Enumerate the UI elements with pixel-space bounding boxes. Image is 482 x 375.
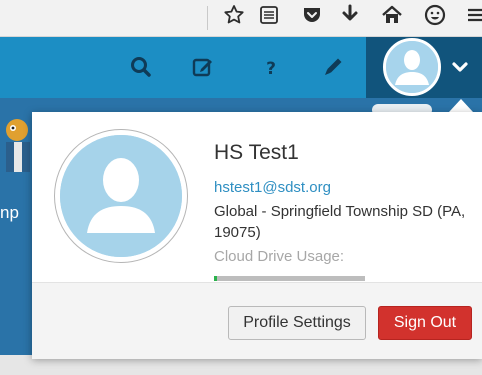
compose-icon[interactable]: [190, 54, 216, 80]
reader-list-icon[interactable]: [257, 3, 281, 27]
cloud-drive-usage-bar: [214, 276, 365, 281]
pencil-icon[interactable]: [320, 54, 346, 80]
svg-text:?: ?: [266, 59, 276, 79]
profile-avatar: [54, 129, 188, 263]
home-icon[interactable]: [380, 3, 404, 27]
user-silhouette-icon: [386, 41, 438, 93]
toolbar-separator: [207, 6, 208, 30]
search-icon[interactable]: [128, 54, 154, 80]
header-avatar[interactable]: [383, 38, 441, 96]
popup-footer: Profile Settings Sign Out: [32, 282, 482, 359]
menu-icon[interactable]: [464, 3, 482, 27]
sign-out-button[interactable]: Sign Out: [378, 306, 472, 340]
user-name: HS Test1: [214, 141, 299, 164]
profile-settings-button[interactable]: Profile Settings: [228, 306, 366, 340]
user-email-link[interactable]: hstest1@sdst.org: [214, 179, 331, 196]
profile-avatar-image: [60, 135, 182, 257]
cartoon-character-icon: [6, 119, 30, 172]
user-silhouette-icon: [60, 135, 182, 257]
smiley-icon[interactable]: [423, 3, 447, 27]
popup-caret: [449, 99, 473, 112]
help-icon[interactable]: ?: [258, 54, 284, 80]
profile-popup: HS Test1 hstest1@sdst.org Global - Sprin…: [32, 112, 482, 359]
pocket-icon[interactable]: [300, 3, 324, 27]
user-menu-toggle[interactable]: [366, 37, 482, 98]
user-organization: Global - Springfield Township SD (PA, 19…: [214, 203, 466, 241]
download-icon[interactable]: [338, 3, 362, 27]
chevron-down-icon[interactable]: [450, 57, 470, 77]
app-header: ?: [0, 37, 482, 98]
browser-toolbar: [0, 0, 482, 37]
cloud-drive-usage-label: Cloud Drive Usage:: [214, 248, 345, 265]
background-partial-text: np: [0, 203, 19, 222]
star-icon[interactable]: [222, 3, 246, 27]
cloud-drive-usage-fill: [214, 276, 218, 281]
